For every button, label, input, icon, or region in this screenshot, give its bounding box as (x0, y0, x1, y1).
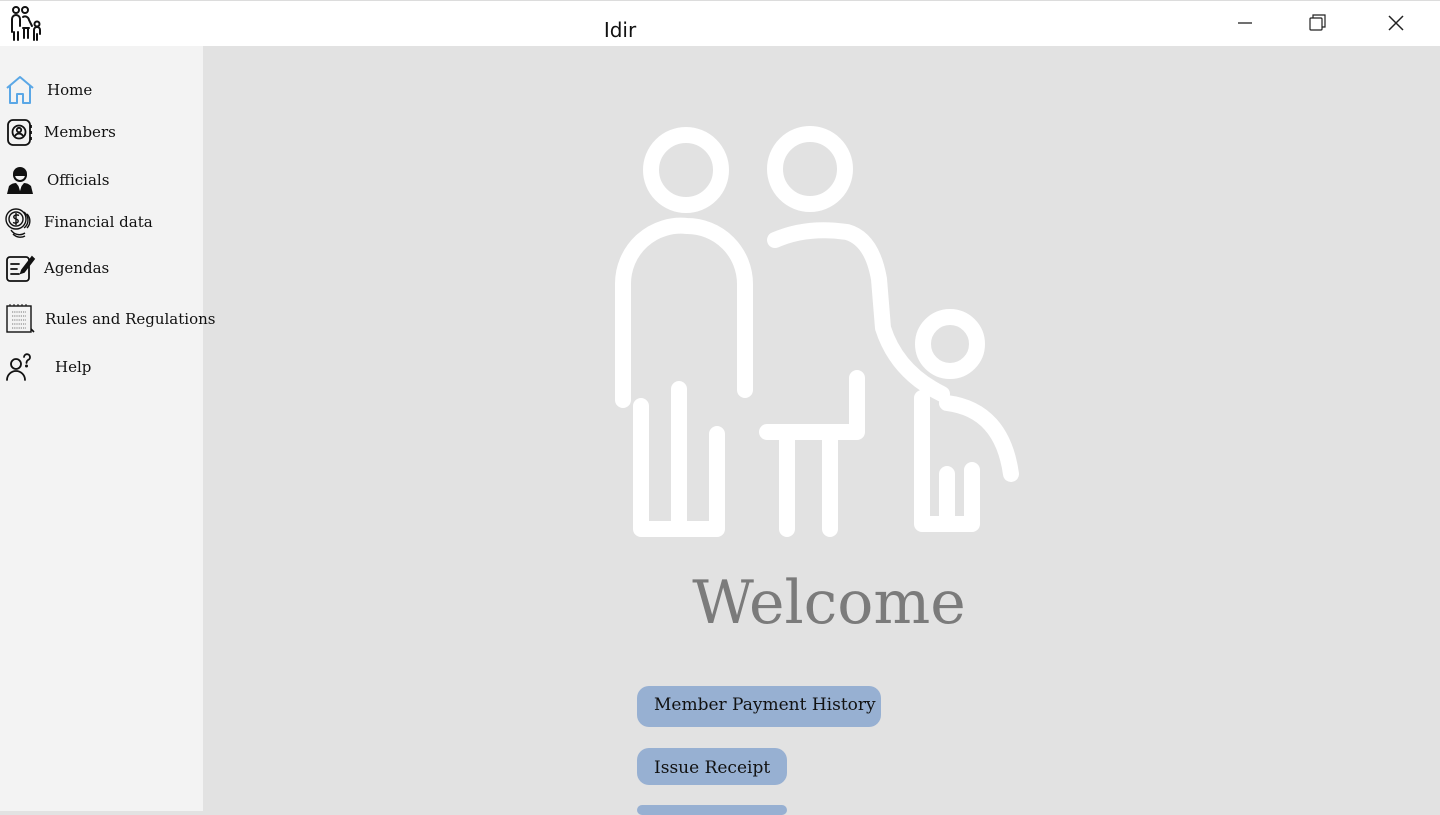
close-icon[interactable] (1381, 9, 1411, 39)
sidebar-item-label: Rules and Regulations (45, 310, 216, 328)
sidebar-item-help[interactable]: Help (0, 347, 203, 387)
sidebar-item-home[interactable]: Home (0, 70, 203, 110)
help-icon (4, 351, 36, 383)
sidebar-item-label: Members (44, 123, 116, 141)
coins-icon (4, 206, 36, 238)
window-title: Idir (603, 18, 637, 42)
member-card-icon (4, 116, 36, 148)
main-content: Welcome Member Payment History Issue Rec… (203, 46, 1440, 815)
family-icon (607, 114, 1027, 549)
sidebar-item-label: Home (47, 81, 93, 99)
minimize-icon[interactable] (1230, 9, 1260, 39)
home-icon (4, 74, 36, 106)
sidebar-item-label: Financial data (44, 213, 153, 231)
sidebar-item-agendas[interactable]: Agendas (0, 248, 203, 288)
sidebar-item-members[interactable]: Members (0, 112, 203, 152)
sidebar-item-label: Officials (47, 171, 110, 189)
notepad-icon (4, 252, 36, 284)
sidebar-item-financial-data[interactable]: Financial data (0, 202, 203, 242)
sidebar-item-officials[interactable]: Officials (0, 160, 203, 200)
welcome-heading: Welcome (692, 568, 966, 638)
sidebar-item-label: Help (55, 358, 92, 376)
member-payment-history-button[interactable]: Member Payment History (637, 686, 881, 727)
action-button-partial[interactable] (637, 805, 787, 815)
sidebar: Home Members Officials Financial data Ag… (0, 46, 215, 811)
sidebar-item-rules-and-regulations[interactable]: Rules and Regulations (0, 299, 215, 339)
restore-icon[interactable] (1302, 9, 1332, 39)
sidebar-item-label: Agendas (44, 259, 110, 277)
document-icon (4, 303, 36, 335)
issue-receipt-button[interactable]: Issue Receipt (637, 748, 787, 785)
title-bar: Idir (0, 0, 1440, 46)
official-icon (4, 164, 36, 196)
